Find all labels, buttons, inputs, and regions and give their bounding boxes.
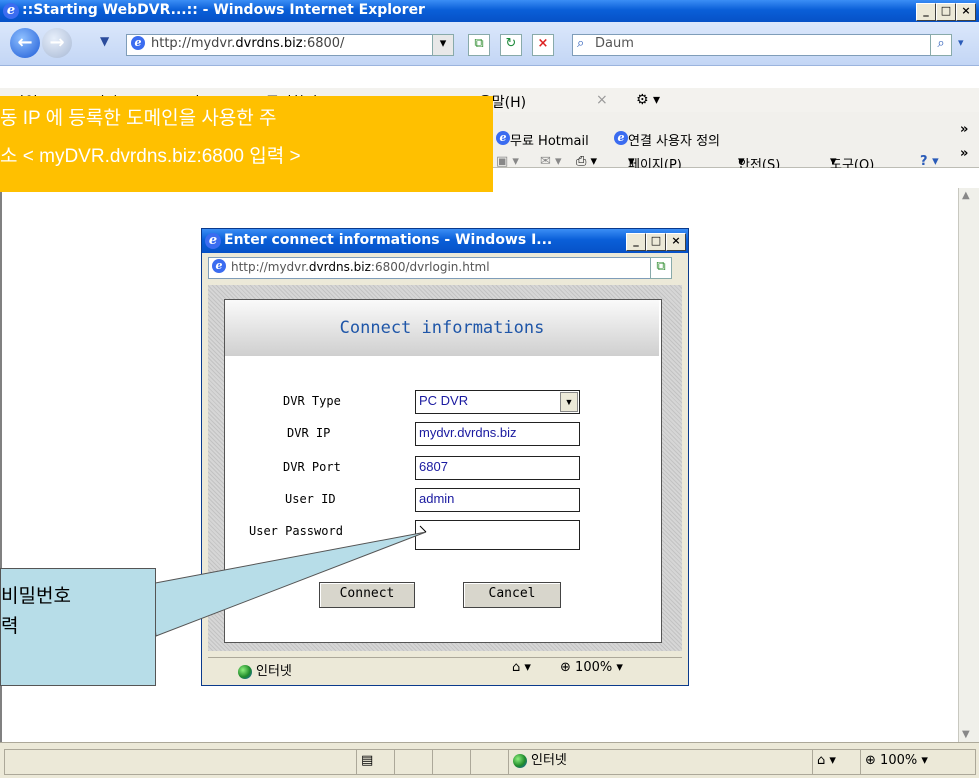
password-callout-line1: 비밀번호 [1, 585, 71, 607]
password-callout: 비밀번호 력 [0, 568, 156, 686]
password-callout-line2: 력 [1, 615, 19, 637]
